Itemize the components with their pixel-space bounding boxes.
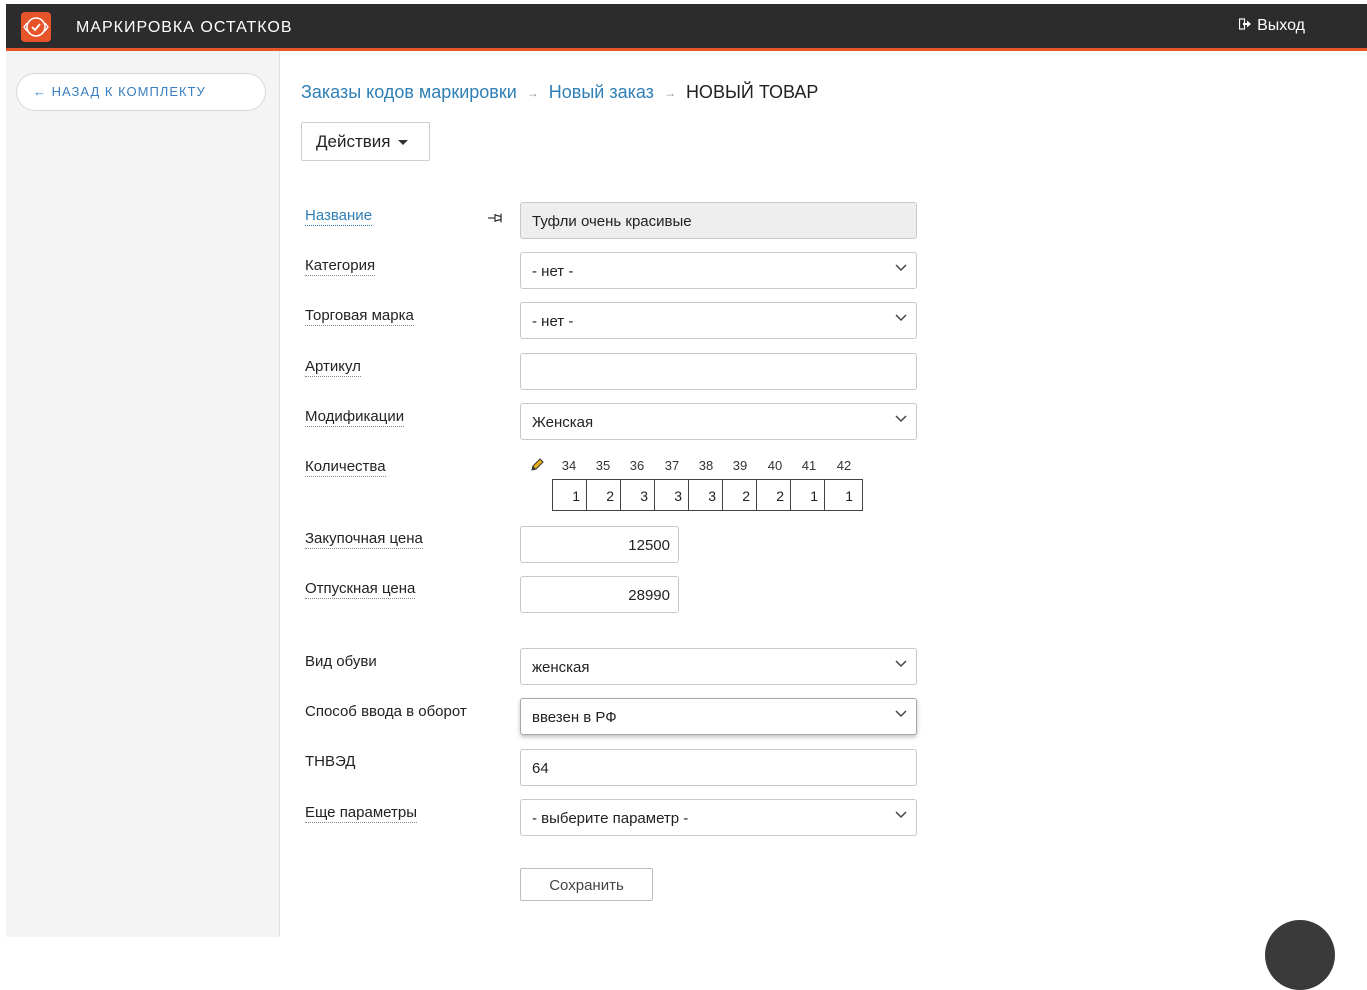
size-label: 36: [629, 458, 645, 473]
shoe-type-select[interactable]: женская: [520, 648, 917, 685]
chevron-down-icon: [895, 660, 907, 668]
name-label[interactable]: Название: [305, 207, 373, 226]
more-params-label: Еще параметры: [305, 804, 417, 823]
chevron-down-icon: [895, 415, 907, 423]
more-params-select[interactable]: - выберите параметр -: [520, 799, 917, 836]
chevron-down-icon: [895, 314, 907, 322]
logo-icon[interactable]: [21, 12, 51, 42]
circulation-select[interactable]: ввезен в РФ: [520, 698, 917, 735]
quantities-label: Количества: [305, 458, 386, 477]
chevron-down-icon: [895, 264, 907, 272]
size-label: 42: [836, 458, 852, 473]
quantity-cell[interactable]: 3: [689, 480, 723, 510]
breadcrumb-separator: →: [663, 85, 676, 100]
chevron-down-icon: [895, 710, 907, 718]
modifications-value: Женская: [532, 414, 594, 431]
page-title: НОВЫЙ ТОВАР: [685, 82, 819, 102]
size-label: 38: [698, 458, 714, 473]
circulation-value: ввезен в РФ: [532, 709, 617, 726]
circulation-label: Способ ввода в оборот: [305, 703, 467, 720]
size-label: 39: [732, 458, 748, 473]
quantity-cell[interactable]: 2: [723, 480, 757, 510]
purchase-price-input[interactable]: 12500: [520, 526, 679, 563]
quantity-cell[interactable]: 3: [655, 480, 689, 510]
save-button[interactable]: Сохранить: [520, 868, 653, 901]
category-select[interactable]: - нет -: [520, 252, 917, 289]
shoe-type-label: Вид обуви: [305, 653, 377, 670]
pencil-icon[interactable]: [529, 457, 545, 478]
top-bar: МАРКИРОВКА ОСТАТКОВ Выход: [6, 4, 1367, 51]
app-title: МАРКИРОВКА ОСТАТКОВ: [76, 19, 293, 36]
shoe-type-value: женская: [532, 659, 590, 676]
size-label: 40: [767, 458, 783, 473]
sale-price-input[interactable]: 28990: [520, 576, 679, 613]
quantity-cell[interactable]: 1: [553, 480, 587, 510]
logout-button[interactable]: Выход: [1239, 17, 1305, 35]
category-value: - нет -: [532, 263, 574, 280]
quantity-cell[interactable]: 2: [587, 480, 621, 510]
quantity-cell[interactable]: 1: [825, 480, 859, 510]
breadcrumb-new-order-link[interactable]: Новый заказ: [549, 82, 654, 103]
quantity-grid: 1 2 3 3 3 2 2 1 1: [552, 479, 863, 511]
sale-price-label: Отпускная цена: [305, 580, 416, 599]
breadcrumb-separator: →: [526, 85, 539, 100]
name-input[interactable]: Туфли очень красивые: [520, 202, 917, 239]
modifications-label: Модификации: [305, 408, 405, 427]
brand-select[interactable]: - нет -: [520, 302, 917, 339]
article-input[interactable]: [520, 353, 917, 390]
modifications-select[interactable]: Женская: [520, 403, 917, 440]
article-label: Артикул: [305, 358, 361, 377]
caret-down-icon: [398, 140, 409, 146]
size-label: 41: [801, 458, 817, 473]
size-label: 34: [561, 458, 577, 473]
actions-dropdown-button[interactable]: Действия: [301, 122, 430, 161]
back-to-kit-button[interactable]: ← НАЗАД К КОМПЛЕКТУ: [16, 73, 266, 111]
quantity-cell[interactable]: 3: [621, 480, 655, 510]
brand-label: Торговая марка: [305, 307, 414, 326]
category-label: Категория: [305, 257, 376, 276]
tnved-label: ТНВЭД: [305, 753, 356, 770]
tnved-input[interactable]: 64: [520, 749, 917, 786]
purchase-price-label: Закупочная цена: [305, 530, 423, 549]
logout-icon: [1239, 17, 1252, 35]
chevron-down-icon: [895, 811, 907, 819]
pin-icon[interactable]: [487, 211, 509, 230]
breadcrumb: Заказы кодов маркировки → Новый заказ → …: [301, 82, 818, 103]
quantity-cell[interactable]: 1: [791, 480, 825, 510]
breadcrumb-orders-link[interactable]: Заказы кодов маркировки: [301, 82, 517, 103]
quantity-cell[interactable]: 2: [757, 480, 791, 510]
logout-label: Выход: [1257, 17, 1305, 34]
brand-value: - нет -: [532, 313, 574, 330]
more-params-value: - выберите параметр -: [532, 810, 689, 827]
size-label: 35: [595, 458, 611, 473]
actions-label: Действия: [316, 132, 391, 151]
chat-widget-button[interactable]: [1265, 920, 1335, 990]
sidebar: ← НАЗАД К КОМПЛЕКТУ: [6, 51, 280, 937]
size-label: 37: [664, 458, 680, 473]
